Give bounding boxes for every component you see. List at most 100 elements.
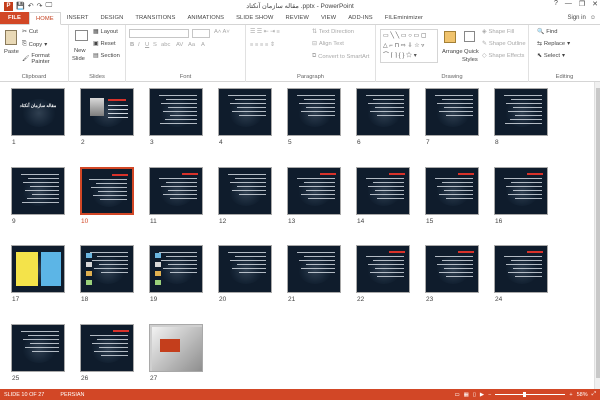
slide-thumbnail[interactable] xyxy=(287,245,341,293)
find-button[interactable]: 🔍 Find xyxy=(537,29,558,35)
minimize-button[interactable]: — xyxy=(565,0,572,8)
select-button[interactable]: ⬉ Select ▾ xyxy=(537,53,565,59)
slide-thumbnail[interactable] xyxy=(425,167,479,215)
tab-slide-show[interactable]: SLIDE SHOW xyxy=(230,12,279,24)
tab-fileminimizer[interactable]: FILEminimizer xyxy=(379,12,429,24)
slide-thumbnail[interactable] xyxy=(11,324,65,372)
save-icon[interactable]: 💾 xyxy=(16,2,25,10)
vertical-scrollbar[interactable] xyxy=(594,82,600,389)
tab-transitions[interactable]: TRANSITIONS xyxy=(129,12,181,24)
redo-icon[interactable]: ↷ xyxy=(37,2,43,10)
alignment-icons[interactable]: ≡ ≡ ≡ ≡ ⇕ xyxy=(250,42,275,48)
italic-icon[interactable]: I xyxy=(138,42,140,48)
align-text-button[interactable]: ⊟ Align Text xyxy=(312,41,344,47)
new-slide-button-2[interactable]: Slide xyxy=(72,56,85,62)
tab-animations[interactable]: ANIMATIONS xyxy=(181,12,230,24)
slideshow-view-icon[interactable]: ▶ xyxy=(480,392,484,398)
section-button[interactable]: ▤ Section xyxy=(93,53,120,59)
slide-thumbnail[interactable] xyxy=(287,167,341,215)
zoom-out-icon[interactable]: − xyxy=(488,392,491,398)
quick-styles-button[interactable]: Quick xyxy=(464,49,479,55)
text-direction-button[interactable]: ⇅ Text Direction xyxy=(312,29,354,35)
slide-thumbnail[interactable] xyxy=(494,245,548,293)
slide-thumbnail[interactable] xyxy=(149,167,203,215)
format-painter-button[interactable]: 🖌 Format Painter xyxy=(22,53,68,65)
slide-thumbnail[interactable] xyxy=(356,167,410,215)
paste-button[interactable]: Paste xyxy=(4,49,19,55)
slide-thumbnail[interactable] xyxy=(494,88,548,136)
tab-file[interactable]: FILE xyxy=(0,12,29,24)
quick-styles-button-2[interactable]: Styles xyxy=(462,57,478,63)
font-size-select[interactable] xyxy=(192,29,210,38)
tab-design[interactable]: DESIGN xyxy=(95,12,130,24)
tab-review[interactable]: REVIEW xyxy=(280,12,315,24)
slide-thumbnail[interactable] xyxy=(80,245,134,293)
slide-sorter-view-icon[interactable]: ▦ xyxy=(464,392,469,398)
slide-thumbnail[interactable] xyxy=(218,167,272,215)
normal-view-icon[interactable]: ▭ xyxy=(454,392,459,398)
font-color-icon[interactable]: A xyxy=(201,42,205,48)
shapes-gallery[interactable]: ▭ ╲ ╲ ▭ ○ ▭ ▢ △ ⌐ ⊓ ⇨ ⇩ ☆ ▿ ⌒ ⌈ ⌉ { } ☆ ▾ xyxy=(380,29,438,63)
close-button[interactable]: ✕ xyxy=(592,0,598,8)
slide-thumbnail[interactable] xyxy=(11,167,65,215)
help-button[interactable]: ? xyxy=(554,0,558,8)
shadow-icon[interactable]: S xyxy=(153,42,157,48)
slide-thumbnail[interactable] xyxy=(149,324,203,372)
copy-button[interactable]: ⎘ Copy ▾ xyxy=(22,41,47,48)
slide-thumbnail[interactable] xyxy=(80,88,134,136)
paste-icon[interactable] xyxy=(5,30,17,45)
language-indicator[interactable]: PERSIAN xyxy=(60,392,84,398)
smiley-icon[interactable]: ☺ xyxy=(590,15,596,21)
slide-thumbnail[interactable] xyxy=(218,88,272,136)
shape-outline-button[interactable]: ✎ Shape Outline xyxy=(482,41,526,47)
font-family-select[interactable] xyxy=(129,29,189,38)
slide-thumbnail[interactable] xyxy=(425,88,479,136)
tab-add-ins[interactable]: ADD-INS xyxy=(342,12,379,24)
slide-thumbnail[interactable] xyxy=(425,245,479,293)
slide-thumbnail[interactable] xyxy=(287,88,341,136)
start-slideshow-icon[interactable]: 🖵 xyxy=(45,2,52,10)
undo-icon[interactable]: ↶ xyxy=(28,2,34,10)
shape-effects-button[interactable]: ◇ Shape Effects xyxy=(482,53,524,59)
shape-fill-button[interactable]: ◈ Shape Fill xyxy=(482,29,514,35)
slide-thumbnail[interactable] xyxy=(80,167,134,215)
change-case-icon[interactable]: Aa xyxy=(188,42,195,48)
arrange-button[interactable]: Arrange xyxy=(442,49,463,55)
slide-thumbnail[interactable] xyxy=(80,324,134,372)
arrange-icon[interactable] xyxy=(444,31,456,43)
replace-button[interactable]: ⇆ Replace ▾ xyxy=(537,41,570,47)
strikethrough-icon[interactable]: abc xyxy=(161,42,170,48)
slide-thumbnail[interactable] xyxy=(494,167,548,215)
convert-smartart-button[interactable]: ⧉ Convert to SmartArt xyxy=(312,53,369,60)
tab-home[interactable]: HOME xyxy=(28,12,61,25)
scrollbar-thumb[interactable] xyxy=(596,88,600,378)
zoom-slider-knob[interactable] xyxy=(523,392,527,397)
sign-in-link[interactable]: Sign in xyxy=(568,15,586,21)
new-slide-button[interactable]: New xyxy=(74,48,86,54)
fit-to-window-icon[interactable]: ⤢ xyxy=(592,391,596,398)
slide-thumbnail[interactable] xyxy=(149,88,203,136)
slide-thumbnail[interactable] xyxy=(149,245,203,293)
slide-thumbnail[interactable] xyxy=(218,245,272,293)
restore-button[interactable]: ❐ xyxy=(579,0,585,8)
bullets-icon[interactable]: ☰ ☰ ⇤ ⇥ ≡ xyxy=(250,29,280,35)
zoom-level[interactable]: 58% xyxy=(577,392,588,398)
tab-view[interactable]: VIEW xyxy=(315,12,342,24)
quick-styles-icon[interactable] xyxy=(464,31,475,42)
slide-thumbnail[interactable]: مقاله سازمان آنکتاد xyxy=(11,88,65,136)
font-grow-shrink-icon[interactable]: A˄ A˅ xyxy=(214,29,230,35)
slide-thumbnail[interactable] xyxy=(356,88,410,136)
underline-icon[interactable]: U xyxy=(145,42,149,48)
layout-button[interactable]: ▦ Layout xyxy=(93,29,118,35)
char-spacing-icon[interactable]: AV xyxy=(176,42,183,48)
slide-thumbnail[interactable] xyxy=(356,245,410,293)
new-slide-icon[interactable] xyxy=(75,30,88,41)
tab-insert[interactable]: INSERT xyxy=(61,12,95,24)
slide-thumbnail[interactable] xyxy=(11,245,65,293)
reset-button[interactable]: ▣ Reset xyxy=(93,41,116,47)
zoom-in-icon[interactable]: + xyxy=(569,392,572,398)
bold-icon[interactable]: B xyxy=(130,42,134,48)
reading-view-icon[interactable]: ▯ xyxy=(473,392,476,398)
zoom-slider[interactable] xyxy=(495,392,566,397)
cut-button[interactable]: ✂ Cut xyxy=(22,29,38,35)
